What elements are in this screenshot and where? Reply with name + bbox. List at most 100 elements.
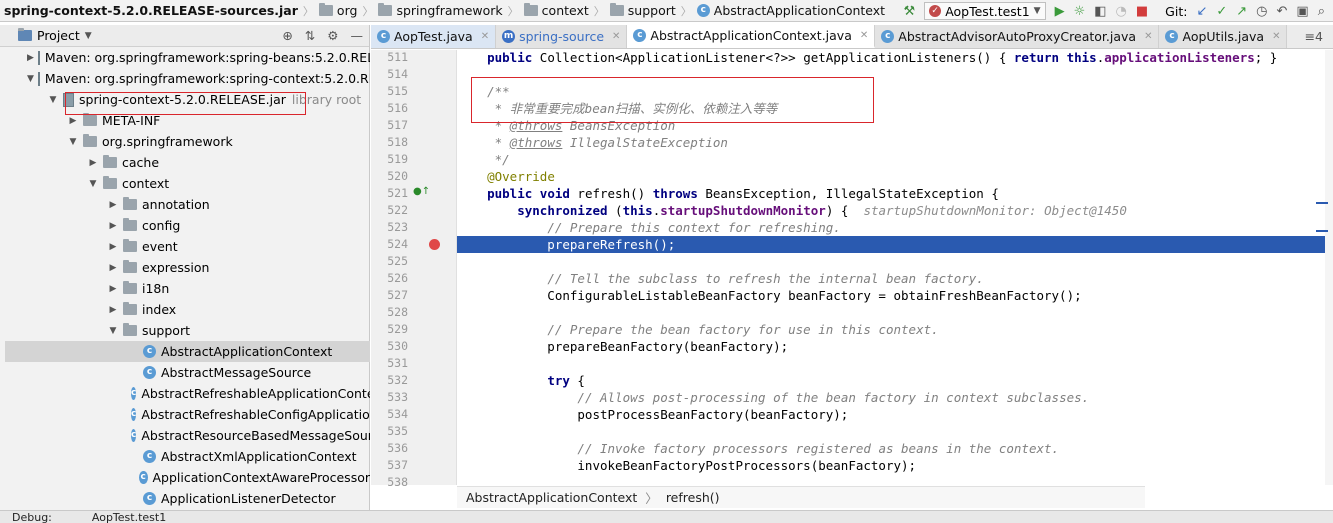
code-line[interactable]: prepareBeanFactory(beanFactory); — [457, 338, 1333, 355]
close-icon[interactable]: ✕ — [612, 31, 620, 42]
code-line[interactable]: prepareRefresh(); — [457, 236, 1333, 253]
vcs-push-icon[interactable]: ↗ — [1236, 5, 1247, 18]
tree-item[interactable]: ▼ org.springframework — [5, 131, 370, 152]
nav-crumb[interactable]: c AbstractApplicationContext — [693, 0, 889, 22]
chevron-down-icon[interactable]: ▼ — [27, 74, 34, 84]
tab-overflow-menu[interactable]: ≡4 — [1305, 29, 1323, 44]
close-icon[interactable]: ✕ — [481, 31, 489, 42]
code-line[interactable] — [457, 304, 1333, 321]
code-line[interactable]: public void refresh() throws BeansExcept… — [457, 185, 1333, 202]
code-line[interactable] — [457, 423, 1333, 440]
code-line[interactable]: // Prepare the bean factory for use in t… — [457, 321, 1333, 338]
tree-item[interactable]: c AbstractRefreshableApplicationContext — [5, 383, 370, 404]
nav-crumb[interactable]: support — [606, 0, 680, 22]
gear-icon[interactable]: ⚙ — [327, 28, 338, 43]
chevron-right-icon[interactable]: ▶ — [107, 284, 119, 294]
tree-item[interactable]: c ApplicationContextAwareProcessor — [5, 467, 370, 488]
tree-item[interactable]: ▶ Maven: org.springframework:spring-beans… — [5, 48, 370, 68]
tree-item[interactable]: ▶ expression — [5, 257, 370, 278]
code-line[interactable]: invokeBeanFactoryPostProcessors(beanFact… — [457, 457, 1333, 474]
hammer-build-icon[interactable]: ⚒ — [904, 5, 916, 18]
tree-item[interactable]: ▼ Maven: org.springframework:spring-conte… — [5, 68, 370, 89]
hide-icon[interactable]: — — [351, 28, 364, 43]
tree-item[interactable]: ▶ i18n — [5, 278, 370, 299]
layout-icon[interactable]: ▣ — [1296, 5, 1308, 18]
run-icon[interactable]: ▶ — [1055, 5, 1065, 18]
debug-label[interactable]: Debug: — [12, 511, 52, 523]
chevron-down-icon[interactable]: ▼ — [47, 95, 59, 105]
vcs-commit-icon[interactable]: ✓ — [1216, 5, 1227, 18]
chevron-right-icon[interactable]: ▶ — [107, 242, 119, 252]
tree-item[interactable]: ▼ context — [5, 173, 370, 194]
chevron-down-icon[interactable]: ▼ — [107, 326, 119, 336]
code-line[interactable] — [457, 355, 1333, 372]
tree-item[interactable]: c AbstractApplicationContext — [5, 341, 370, 362]
coverage-icon[interactable]: ◧ — [1094, 5, 1106, 18]
close-icon[interactable]: ✕ — [860, 30, 868, 41]
collapse-all-icon[interactable]: ⇅ — [305, 28, 315, 43]
search-icon[interactable]: ⌕ — [1318, 5, 1325, 18]
code-line[interactable]: @Override — [457, 168, 1333, 185]
tree-item[interactable]: ▶ index — [5, 299, 370, 320]
tree-item[interactable]: ▼ support — [5, 320, 370, 341]
code-line[interactable]: // Prepare this context for refreshing. — [457, 219, 1333, 236]
close-icon[interactable]: ✕ — [1272, 31, 1280, 42]
code-line[interactable]: public Collection<ApplicationListener<?>… — [457, 50, 1333, 66]
tree-item[interactable]: c AbstractXmlApplicationContext — [5, 446, 370, 467]
breadcrumb-class[interactable]: AbstractApplicationContext — [466, 490, 637, 505]
profile-icon[interactable]: ◔ — [1116, 5, 1127, 18]
nav-crumb[interactable]: springframework — [374, 0, 506, 22]
tree-item[interactable]: ▶ annotation — [5, 194, 370, 215]
debug-icon[interactable]: ☼ — [1074, 5, 1086, 18]
tree-item[interactable]: c AbstractResourceBasedMessageSource — [5, 425, 370, 446]
override-icon[interactable]: ●↑ — [413, 186, 430, 197]
tree-item[interactable]: ▶ cache — [5, 152, 370, 173]
code-line[interactable]: // Allows post-processing of the bean fa… — [457, 389, 1333, 406]
code-line[interactable] — [457, 253, 1333, 270]
editor-scrollbar[interactable] — [1325, 50, 1333, 485]
editor-gutter[interactable]: 511 514 515 516 517 518 519 520 521 ●↑ 522 523 524 52… — [371, 50, 457, 489]
code-line[interactable]: // Tell the subclass to refresh the inte… — [457, 270, 1333, 287]
chevron-right-icon[interactable]: ▶ — [67, 116, 79, 126]
editor-tab[interactable]: c AbstractApplicationContext.java ✕ — [627, 25, 876, 48]
chevron-right-icon[interactable]: ▶ — [27, 53, 34, 63]
stop-icon[interactable]: ■ — [1136, 5, 1148, 18]
code-line[interactable]: try { — [457, 372, 1333, 389]
editor-tab[interactable]: c AopTest.java ✕ — [371, 25, 497, 48]
tree-item[interactable]: c AbstractRefreshableConfigApplicationCon… — [5, 404, 370, 425]
nav-crumb[interactable]: org — [315, 0, 362, 22]
code-line[interactable]: // Invoke factory processors registered … — [457, 440, 1333, 457]
revert-icon[interactable]: ↶ — [1277, 5, 1288, 18]
chevron-down-icon[interactable]: ▼ — [67, 137, 79, 147]
vcs-update-icon[interactable]: ↙ — [1196, 5, 1207, 18]
locate-icon[interactable]: ⊕ — [282, 28, 292, 43]
project-header[interactable]: Project ▼ ⊕ ⇅ ⚙ — — [0, 25, 369, 47]
chevron-down-icon[interactable]: ▼ — [87, 179, 99, 189]
run-config-selector[interactable]: ✓ AopTest.test1 ▼ — [924, 2, 1046, 20]
tree-item[interactable]: c ApplicationListenerDetector — [5, 488, 370, 509]
tree-item[interactable]: ▶ config — [5, 215, 370, 236]
chevron-right-icon[interactable]: ▶ — [107, 263, 119, 273]
chevron-right-icon[interactable]: ▶ — [107, 305, 119, 315]
code-line[interactable]: * @throws IllegalStateException — [457, 134, 1333, 151]
code-line[interactable]: synchronized (this.startupShutdownMonito… — [457, 202, 1333, 219]
code-line[interactable]: ConfigurableListableBeanFactory beanFact… — [457, 287, 1333, 304]
tree-item[interactable]: ▶ event — [5, 236, 370, 257]
breadcrumb-method[interactable]: refresh() — [666, 490, 720, 505]
editor-tab[interactable]: m spring-source ✕ — [496, 25, 628, 48]
chevron-right-icon[interactable]: ▶ — [107, 200, 119, 210]
nav-crumb[interactable]: spring-context-5.2.0.RELEASE-sources.jar — [0, 0, 302, 22]
close-icon[interactable]: ✕ — [1144, 31, 1152, 42]
code-line[interactable]: postProcessBeanFactory(beanFactory); — [457, 406, 1333, 423]
chevron-right-icon[interactable]: ▶ — [87, 158, 99, 168]
tree-item[interactable]: c AbstractMessageSource — [5, 362, 370, 383]
breakpoint-icon[interactable] — [429, 239, 440, 250]
editor-tab[interactable]: c AbstractAdvisorAutoProxyCreator.java ✕ — [875, 25, 1160, 48]
editor-tab[interactable]: c AopUtils.java ✕ — [1159, 25, 1288, 48]
chevron-right-icon[interactable]: ▶ — [107, 221, 119, 231]
history-icon[interactable]: ◷ — [1256, 5, 1267, 18]
debug-session-tab[interactable]: AopTest.test1 — [92, 511, 166, 523]
nav-crumb[interactable]: context — [520, 0, 593, 22]
code-line[interactable]: */ — [457, 151, 1333, 168]
code-line[interactable] — [457, 474, 1333, 485]
